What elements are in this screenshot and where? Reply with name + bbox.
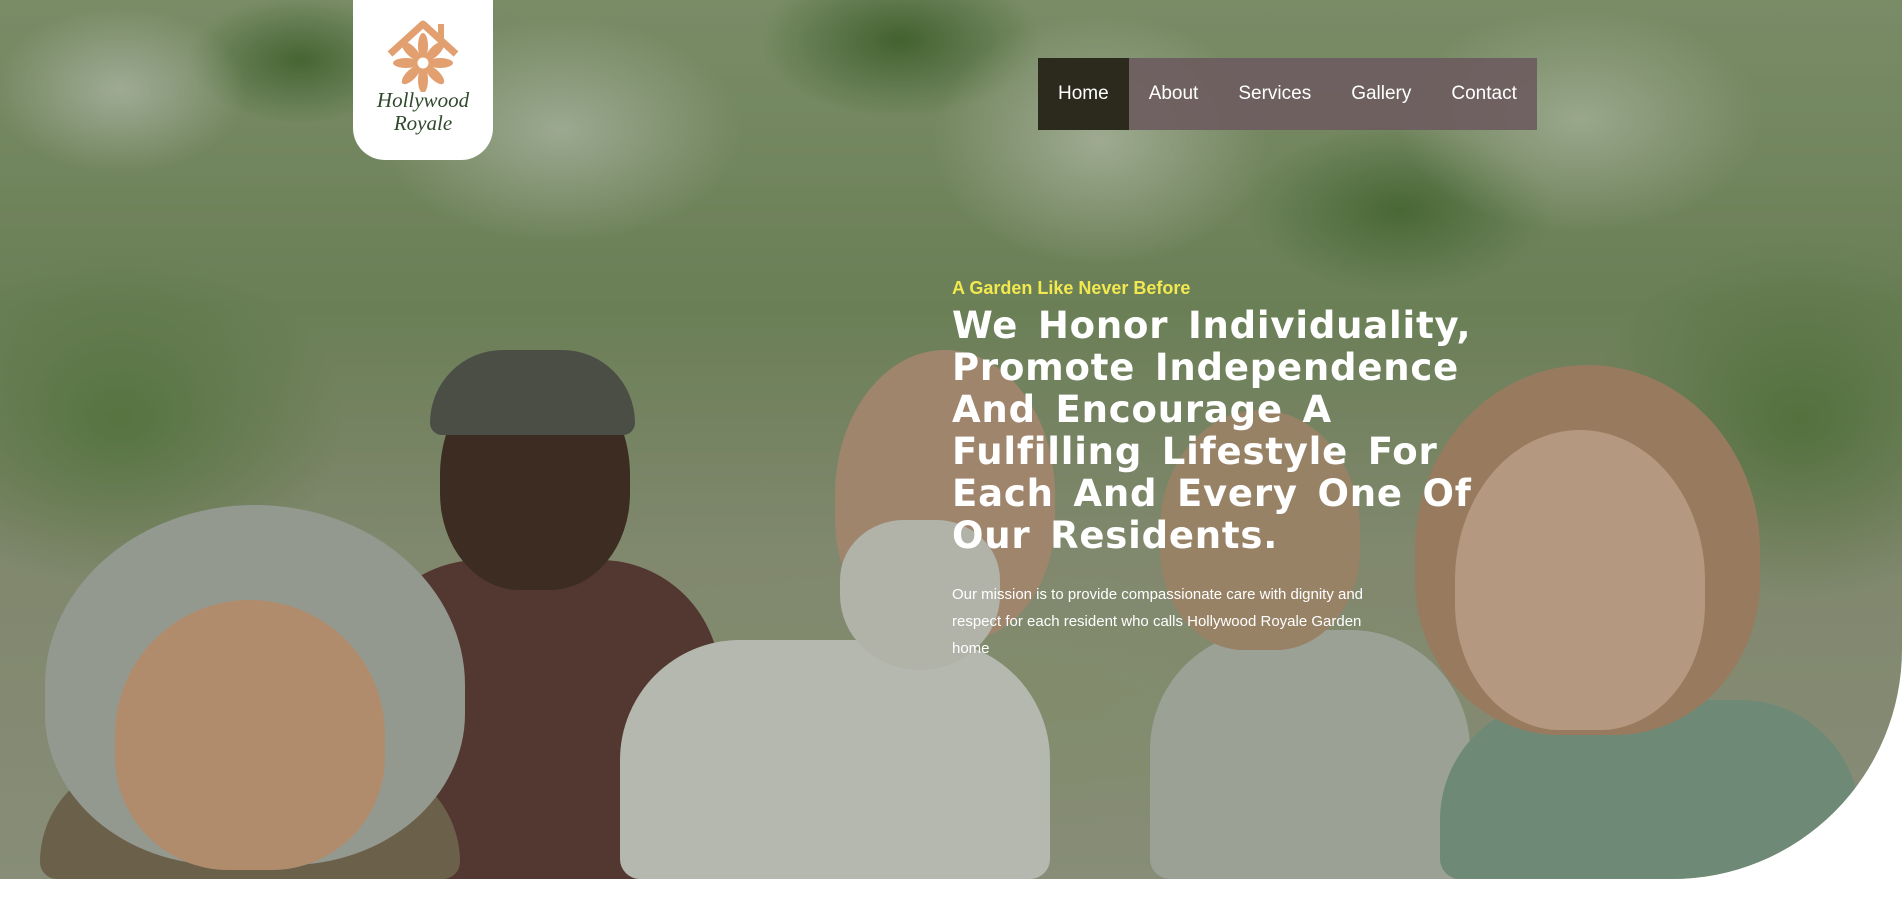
hero-content: A Garden Like Never Before We Honor Indi…: [952, 278, 1562, 662]
hero-headline: We Honor Individuality, Promote Independ…: [952, 304, 1472, 557]
logo-text: Hollywood Royale: [353, 89, 493, 135]
house-flower-logo-icon: [387, 20, 459, 92]
nav-item-contact[interactable]: Contact: [1431, 58, 1536, 130]
nav-item-services[interactable]: Services: [1218, 58, 1331, 130]
logo-line-1: Hollywood: [376, 88, 470, 112]
logo-line-2: Royale: [393, 111, 453, 135]
mission-statement: Our mission is to provide compassionate …: [952, 586, 1364, 657]
hero-overlay: [0, 0, 1902, 879]
nav-item-gallery[interactable]: Gallery: [1331, 58, 1431, 130]
site-logo[interactable]: Hollywood Royale: [353, 0, 493, 160]
nav-item-home[interactable]: Home: [1038, 58, 1129, 130]
hero-eyebrow: A Garden Like Never Before: [952, 278, 1191, 298]
hero-section: [0, 0, 1902, 879]
page: Hollywood Royale Home About Services Gal…: [0, 0, 1902, 907]
nav-item-about[interactable]: About: [1129, 58, 1219, 130]
main-nav: Home About Services Gallery Contact: [1038, 58, 1537, 130]
